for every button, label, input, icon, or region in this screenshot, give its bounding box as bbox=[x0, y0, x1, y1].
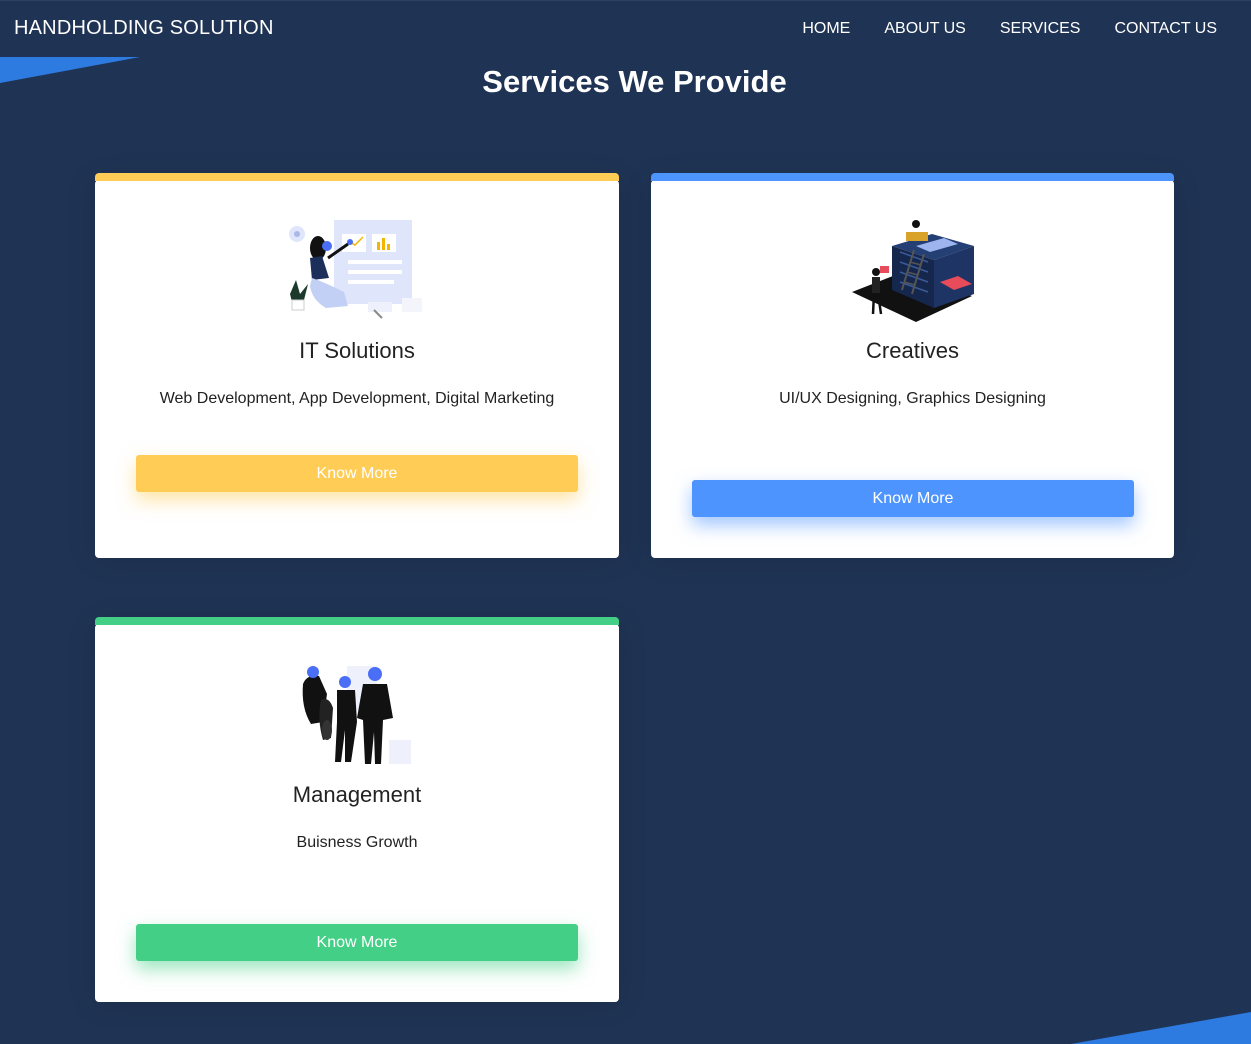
card-title: Creatives bbox=[866, 338, 959, 363]
brand-logo-text[interactable]: HANDHOLDING SOLUTION bbox=[14, 17, 274, 40]
nav-contact-us[interactable]: CONTACT US bbox=[1114, 19, 1217, 39]
team-group-illustration bbox=[302, 666, 411, 764]
section-title: Services We Provide bbox=[482, 64, 787, 99]
nav-about-us[interactable]: ABOUT US bbox=[884, 19, 966, 39]
nav-home[interactable]: HOME bbox=[802, 19, 850, 39]
card-description: Buisness Growth bbox=[296, 834, 418, 851]
main-nav: HOME ABOUT US SERVICES CONTACT US bbox=[802, 19, 1251, 39]
service-card-management: Management Buisness Growth Know More bbox=[95, 617, 619, 1002]
isometric-building-illustration bbox=[851, 220, 974, 322]
woman-with-dashboard-illustration bbox=[289, 220, 422, 319]
card-description: UI/UX Designing, Graphics Designing bbox=[779, 390, 1046, 407]
know-more-button[interactable]: Know More bbox=[136, 455, 578, 492]
know-more-button[interactable]: Know More bbox=[136, 924, 578, 961]
card-description: Web Development, App Development, Digita… bbox=[159, 390, 555, 407]
service-card-it-solutions: IT Solutions Web Development, App Develo… bbox=[95, 173, 619, 558]
card-top-bar bbox=[95, 173, 619, 181]
card-title: Management bbox=[292, 782, 422, 807]
know-more-button[interactable]: Know More bbox=[692, 480, 1134, 517]
service-card-creatives: Creatives UI/UX Designing, Graphics Desi… bbox=[651, 173, 1174, 558]
top-navbar: HANDHOLDING SOLUTION HOME ABOUT US SERVI… bbox=[0, 0, 1251, 57]
card-top-bar bbox=[95, 617, 619, 625]
card-title: IT Solutions bbox=[299, 338, 415, 363]
card-top-bar bbox=[651, 173, 1174, 181]
nav-services[interactable]: SERVICES bbox=[1000, 19, 1081, 39]
